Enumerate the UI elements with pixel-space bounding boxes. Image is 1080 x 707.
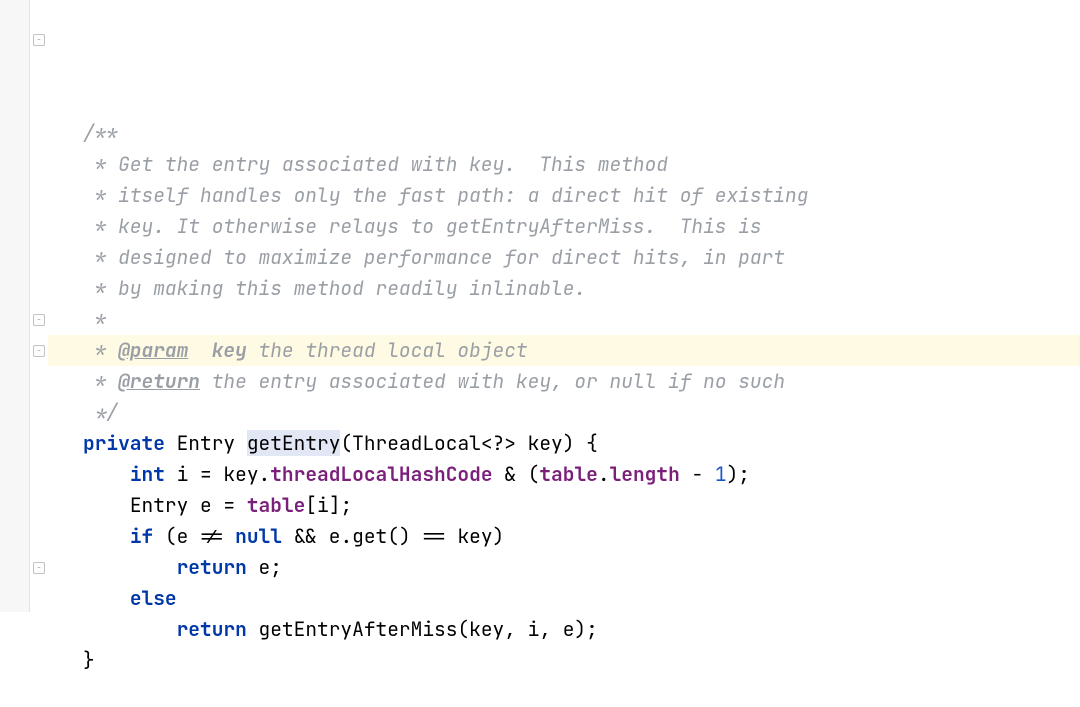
javadoc-open: /** [83,120,118,146]
javadoc-line: * Get the entry associated with key. Thi… [83,151,668,177]
fold-toggle-icon[interactable]: − [33,34,45,46]
keyword-if: if [130,523,153,549]
keyword-int: int [130,461,165,487]
keyword-private: private [83,430,165,456]
keyword-else: else [130,585,177,611]
type: Entry [177,430,236,456]
closing-brace: } [83,647,95,673]
keyword-return: return [177,616,247,642]
gutter [0,0,30,612]
param-tag: @param [118,337,188,363]
fold-toggle-icon[interactable]: − [33,345,45,357]
javadoc-line: * key. It otherwise relays to getEntryAf… [83,213,762,239]
code: /** * Get the entry associated with key.… [83,118,1080,676]
fold-column: − − − − [30,0,48,612]
javadoc-line: * by making this method readily inlinabl… [83,275,586,301]
number: 1 [715,461,727,487]
field: table [539,461,598,487]
code-editor[interactable]: /** * Get the entry associated with key.… [48,0,1080,612]
javadoc-line: * [83,368,118,394]
fold-toggle-icon[interactable]: − [33,314,45,326]
keyword-return: return [177,554,247,580]
fold-toggle-icon[interactable]: − [33,562,45,574]
field: table [247,492,306,518]
param-name: key [212,337,247,363]
javadoc-line: * [83,306,106,332]
javadoc-line: * designed to maximize performance for d… [83,244,785,270]
javadoc-close: */ [83,399,118,425]
keyword-null: null [235,523,282,549]
return-tag: @return [118,368,200,394]
field: threadLocalHashCode [270,461,492,487]
javadoc-line: * itself handles only the fast path: a d… [83,182,808,208]
field: length [610,461,680,487]
method-name: getEntry [247,430,341,456]
javadoc-line: * [83,337,118,363]
